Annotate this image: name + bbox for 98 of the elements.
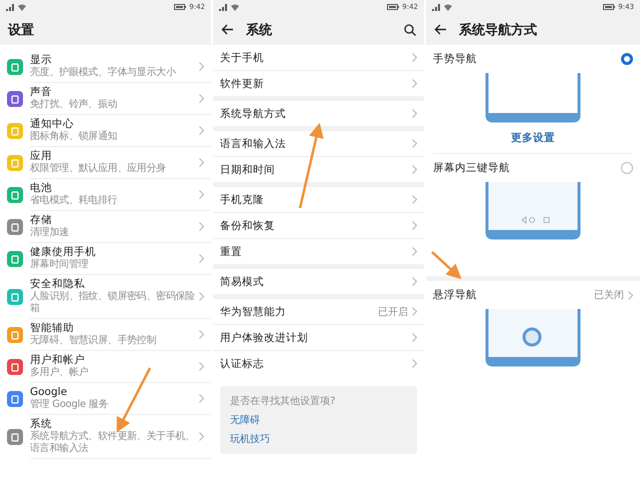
settings-item[interactable]: 声音 免打扰、铃声、振动 [0, 83, 211, 115]
settings-item[interactable]: Google 管理 Google 服务 [0, 383, 211, 415]
option-label: 手势导航 [433, 52, 478, 66]
signal-icon [432, 4, 441, 10]
settings-item[interactable]: 安全和隐私 人脸识别、指纹、锁屏密码、密码保险箱 [0, 275, 211, 319]
chevron-icon [199, 190, 204, 199]
battery-icon [603, 4, 616, 10]
chevron-icon [412, 139, 417, 148]
chevron-icon [412, 79, 417, 88]
item-title: Google [30, 386, 68, 399]
settings-item[interactable]: 通知中心 图标角标、锁屏通知 [0, 115, 211, 147]
item-title: 通知中心 [30, 118, 75, 130]
menu-item[interactable]: 语言和输入法 [213, 131, 424, 157]
chevron-icon [199, 292, 204, 301]
chevron-icon [412, 359, 417, 368]
item-title: 系统 [30, 418, 53, 430]
suggestion-link[interactable]: 无障碍 [230, 413, 407, 427]
settings-item[interactable]: 用户和帐户 多用户、帐户 [0, 351, 211, 383]
screen-title: 设置 [8, 22, 35, 38]
item-subtitle: 系统导航方式、软件更新、关于手机、语言和输入法 [30, 431, 195, 455]
item-subtitle: 图标角标、锁屏通知 [30, 131, 118, 143]
menu-item[interactable]: 用户体验改进计划 [213, 325, 424, 351]
chevron-icon [199, 394, 204, 403]
item-subtitle: 免打扰、铃声、振动 [30, 99, 118, 111]
item-subtitle: 屏幕时间管理 [30, 259, 90, 271]
battery-icon [387, 4, 400, 10]
chevron-icon [199, 126, 204, 135]
chevron-icon [412, 109, 417, 118]
suggestion-link[interactable]: 玩机技巧 [230, 432, 407, 446]
more-settings-link[interactable]: 更多设置 [511, 131, 555, 145]
chevron-icon [199, 158, 204, 167]
settings-item[interactable]: 存储 清理加速 [0, 211, 211, 243]
chevron-icon [628, 290, 633, 300]
chevron-icon [199, 254, 204, 263]
screen-title: 系统导航方式 [459, 22, 538, 38]
signal-icon [219, 4, 228, 10]
menu-item[interactable]: 重置 [213, 239, 424, 264]
item-title: 安全和隐私 [30, 278, 86, 290]
radio-button[interactable] [621, 53, 633, 65]
chevron-icon [199, 62, 204, 71]
chevron-icon [412, 307, 417, 316]
menu-item[interactable]: 日期和时间 [213, 157, 424, 182]
settings-item[interactable]: 健康使用手机 屏幕时间管理 [0, 243, 211, 275]
item-title: 声音 [30, 86, 53, 98]
menu-item[interactable]: 手机克隆 [213, 187, 424, 213]
chevron-icon [412, 247, 417, 256]
item-title: 智能辅助 [30, 322, 75, 334]
settings-item[interactable]: 显示 亮度、护眼模式、字体与显示大小 [0, 51, 211, 83]
back-arrow-icon[interactable] [221, 24, 234, 35]
item-subtitle: 多用户、帐户 [30, 367, 90, 379]
suggestion-prompt: 是否在寻找其他设置项? [230, 394, 336, 408]
item-title: 存储 [30, 214, 53, 226]
item-title: 健康使用手机 [30, 246, 97, 258]
chevron-icon [412, 277, 417, 286]
chevron-icon [199, 432, 204, 441]
settings-item[interactable]: 智能辅助 无障碍、智慧识屏、手势控制 [0, 319, 211, 351]
item-title: 显示 [30, 54, 53, 66]
menu-item[interactable]: 关于手机 [213, 45, 424, 71]
chevron-icon [412, 221, 417, 230]
settings-item[interactable]: 应用 权限管理、默认应用、应用分身 [0, 147, 211, 179]
menu-item[interactable]: 华为智慧能力 已开启 [213, 299, 424, 325]
annotation-arrow [431, 251, 462, 280]
settings-item[interactable]: 电池 省电模式、耗电排行 [0, 179, 211, 211]
screen-title: 系统 [246, 22, 273, 38]
item-subtitle: 清理加速 [30, 227, 70, 239]
menu-item[interactable]: 系统导航方式 [213, 101, 424, 126]
item-subtitle: 人脸识别、指纹、锁屏密码、密码保险箱 [30, 291, 195, 315]
item-subtitle: 亮度、护眼模式、字体与显示大小 [30, 67, 177, 79]
chevron-icon [412, 165, 417, 174]
item-title: 用户和帐户 [30, 354, 86, 366]
wifi-icon [231, 4, 239, 10]
wifi-icon [18, 4, 26, 10]
item-subtitle: 省电模式、耗电排行 [30, 195, 118, 207]
chevron-icon [412, 53, 417, 62]
item-subtitle: 无障碍、智慧识屏、手势控制 [30, 335, 158, 347]
item-title: 应用 [30, 150, 53, 162]
search-icon[interactable] [404, 24, 416, 36]
item-subtitle: 管理 Google 服务 [30, 399, 110, 411]
menu-item[interactable]: 软件更新 [213, 71, 424, 96]
wifi-icon [444, 4, 452, 10]
item-subtitle: 权限管理、默认应用、应用分身 [30, 163, 167, 175]
chevron-icon [412, 195, 417, 204]
option-label: 屏幕内三键导航 [433, 161, 511, 175]
chevron-icon [199, 330, 204, 339]
chevron-icon [199, 362, 204, 371]
menu-item[interactable]: 简易模式 [213, 269, 424, 294]
chevron-icon [199, 94, 204, 103]
battery-icon [174, 4, 186, 10]
item-title: 电池 [30, 182, 53, 194]
signal-icon [6, 4, 15, 10]
settings-item[interactable]: 系统 系统导航方式、软件更新、关于手机、语言和输入法 [0, 415, 211, 459]
chevron-icon [199, 222, 204, 231]
menu-item[interactable]: 备份和恢复 [213, 213, 424, 239]
floating-nav-item[interactable]: 悬浮导航 已关闭 [426, 281, 640, 309]
menu-item[interactable]: 认证标志 [213, 351, 424, 376]
back-arrow-icon[interactable] [434, 24, 447, 35]
chevron-icon [412, 333, 417, 342]
radio-button[interactable] [621, 162, 633, 174]
